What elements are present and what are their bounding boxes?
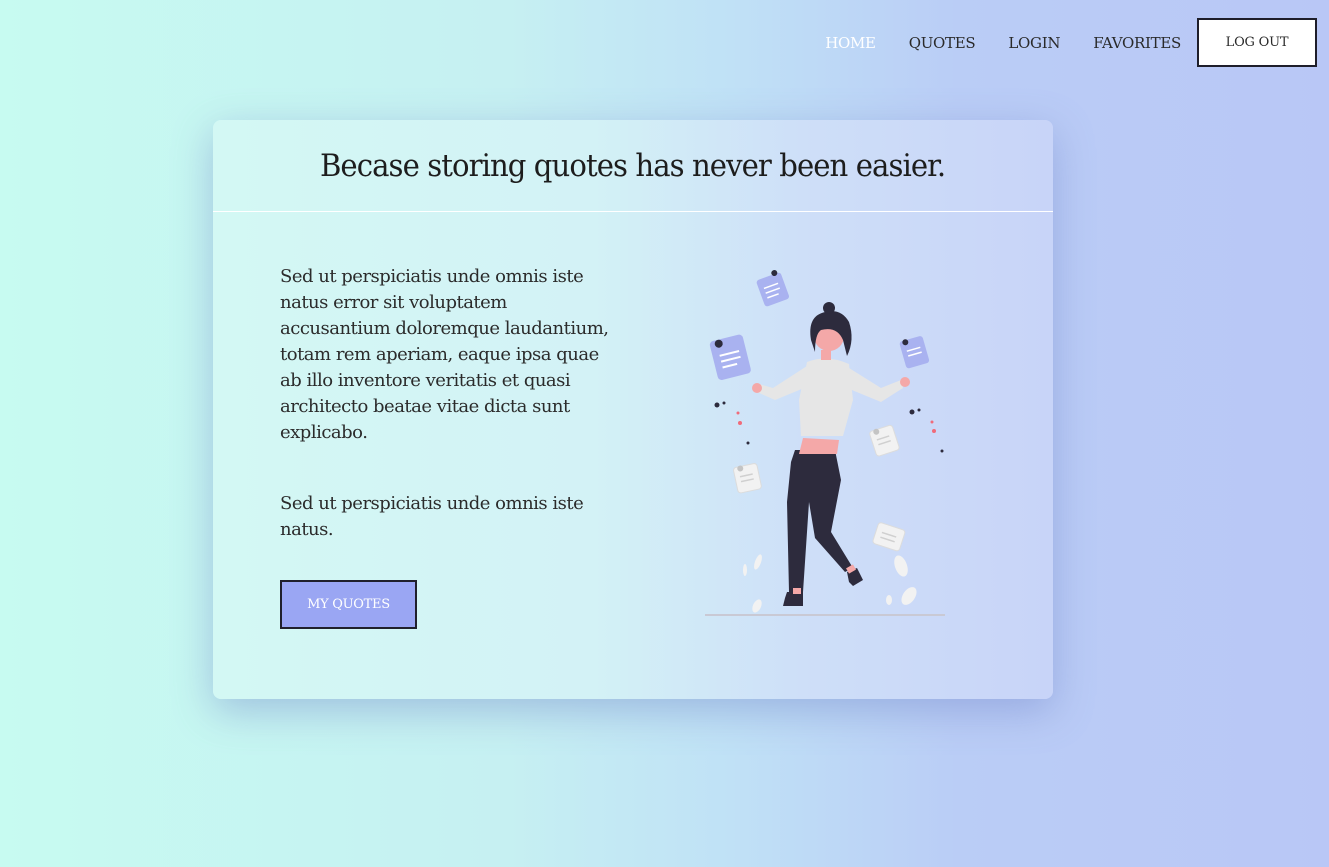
figure-waist (799, 438, 839, 454)
nav-login-link[interactable]: LOGIN (1008, 34, 1060, 52)
figure-torso (799, 358, 853, 436)
nav-favorites-link[interactable]: FAVORITES (1093, 34, 1181, 52)
intro-paragraph-short: Sed ut perspiciatis unde omnis iste natu… (280, 493, 584, 540)
note-icon (709, 334, 751, 380)
card-header: Becase storing quotes has never been eas… (213, 120, 1053, 212)
figure-legs (787, 450, 853, 592)
confetti-dot (932, 429, 936, 433)
figure-arm (847, 368, 903, 402)
leaf-shape (754, 554, 762, 570)
confetti-dot (722, 401, 726, 405)
woman-juggling-notes-illustration (705, 270, 945, 616)
confetti-dot (909, 409, 915, 415)
figure-neck (821, 350, 831, 360)
note-icon (899, 336, 930, 369)
confetti-dot (714, 402, 720, 408)
figure-shoe (783, 592, 803, 606)
top-nav: HOME QUOTES LOGIN FAVORITES LOG OUT (792, 18, 1317, 67)
intro-paragraph: Sed ut perspiciatis unde omnis iste natu… (280, 266, 609, 443)
confetti-dot (917, 408, 921, 412)
confetti-dot (738, 421, 742, 425)
page-title: Becase storing quotes has never been eas… (320, 147, 946, 184)
confetti-dot (930, 420, 934, 424)
note-icon (869, 424, 900, 457)
my-quotes-button[interactable]: MY QUOTES (280, 580, 417, 629)
figure-ankle (793, 588, 801, 594)
confetti-dot (746, 441, 750, 445)
hero-card: Becase storing quotes has never been eas… (213, 120, 1053, 699)
intro-text: Sed ut perspiciatis unde omnis iste natu… (280, 264, 610, 543)
logout-button[interactable]: LOG OUT (1197, 18, 1317, 67)
confetti-dot (736, 411, 740, 415)
confetti-dot (940, 449, 944, 453)
leaf-shape (894, 555, 908, 577)
note-icon (872, 522, 906, 552)
note-icon (733, 463, 762, 494)
figure-hair-bun (823, 302, 835, 314)
figure-hand (752, 383, 762, 393)
leaf-shape (886, 595, 892, 605)
note-icon (756, 270, 790, 307)
nav-quotes-link[interactable]: QUOTES (909, 34, 976, 52)
nav-home-link[interactable]: HOME (825, 34, 876, 52)
figure-hand (900, 377, 910, 387)
leaf-shape (743, 564, 747, 576)
leaf-shape (752, 599, 762, 613)
leaf-shape (901, 587, 917, 605)
